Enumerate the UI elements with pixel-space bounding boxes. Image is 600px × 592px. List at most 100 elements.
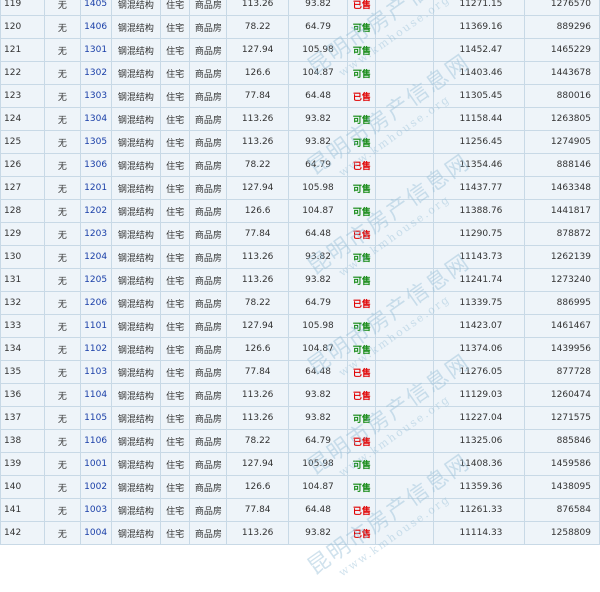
room-number-cell[interactable]: 1201: [80, 177, 111, 199]
blank-cell: [376, 16, 433, 38]
unit-price-cell: 11276.05: [433, 361, 525, 383]
room-number-cell[interactable]: 1302: [80, 62, 111, 84]
row-number-cell: 133: [1, 315, 45, 337]
inner-area-cell: 93.82: [288, 522, 348, 544]
row-number-cell: 137: [1, 407, 45, 429]
room-number-cell[interactable]: 1303: [80, 85, 111, 107]
unit-price-cell: 11359.36: [433, 476, 525, 498]
unit-price-cell: 11256.45: [433, 131, 525, 153]
room-number-cell[interactable]: 1206: [80, 292, 111, 314]
usage-cell: 住宅: [161, 108, 190, 130]
structure-cell: 钢混结构: [111, 499, 161, 521]
blank-cell: [376, 62, 433, 84]
inner-area-cell: 64.48: [288, 85, 348, 107]
housing-type-cell: 商品房: [190, 154, 227, 176]
building-area-cell: 127.94: [227, 453, 288, 475]
unit-number-cell: 无: [45, 177, 80, 199]
unit-price-cell: 11227.04: [433, 407, 525, 429]
unit-number-cell: 无: [45, 223, 80, 245]
room-number-cell[interactable]: 1204: [80, 246, 111, 268]
total-price-cell: 889296: [525, 16, 599, 38]
inner-area-cell: 64.48: [288, 499, 348, 521]
structure-cell: 钢混结构: [111, 154, 161, 176]
usage-cell: 住宅: [161, 430, 190, 452]
inner-area-cell: 64.79: [288, 292, 348, 314]
sale-status-cell: 已售: [348, 361, 376, 383]
room-number-cell[interactable]: 1203: [80, 223, 111, 245]
row-number-cell: 141: [1, 499, 45, 521]
inner-area-cell: 64.79: [288, 16, 348, 38]
structure-cell: 钢混结构: [111, 39, 161, 61]
table-row: 131 无 1205 钢混结构 住宅 商品房 113.26 93.82 可售 11241.74 12…: [1, 269, 599, 291]
room-number-cell[interactable]: 1406: [80, 16, 111, 38]
housing-type-cell: 商品房: [190, 338, 227, 360]
blank-cell: [376, 338, 433, 360]
room-number-cell[interactable]: 1405: [80, 0, 111, 15]
total-price-cell: 1465229: [525, 39, 599, 61]
building-area-cell: 77.84: [227, 85, 288, 107]
table-row: 128 无 1202 钢混结构 住宅 商品房 126.6 104.87 可售 11388.76 14…: [1, 200, 599, 222]
table-row: 121 无 1301 钢混结构 住宅 商品房 127.94 105.98 可售 11452.47 1…: [1, 39, 599, 61]
row-number-cell: 120: [1, 16, 45, 38]
room-number-cell[interactable]: 1205: [80, 269, 111, 291]
room-number-cell[interactable]: 1003: [80, 499, 111, 521]
blank-cell: [376, 476, 433, 498]
table-row: 130 无 1204 钢混结构 住宅 商品房 113.26 93.82 可售 11143.73 12…: [1, 246, 599, 268]
room-number-cell[interactable]: 1305: [80, 131, 111, 153]
structure-cell: 钢混结构: [111, 522, 161, 544]
unit-price-cell: 11423.07: [433, 315, 525, 337]
housing-type-cell: 商品房: [190, 246, 227, 268]
usage-cell: 住宅: [161, 338, 190, 360]
blank-cell: [376, 200, 433, 222]
building-area-cell: 113.26: [227, 0, 288, 15]
room-number-cell[interactable]: 1101: [80, 315, 111, 337]
housing-type-cell: 商品房: [190, 0, 227, 15]
blank-cell: [376, 361, 433, 383]
sale-status-cell: 可售: [348, 131, 376, 153]
building-area-cell: 127.94: [227, 39, 288, 61]
table-row: 132 无 1206 钢混结构 住宅 商品房 78.22 64.79 已售 11339.75 886…: [1, 292, 599, 314]
sale-status-cell: 已售: [348, 499, 376, 521]
table-row: 140 无 1002 钢混结构 住宅 商品房 126.6 104.87 可售 11359.36 14…: [1, 476, 599, 498]
building-area-cell: 127.94: [227, 177, 288, 199]
sale-status-cell: 已售: [348, 85, 376, 107]
unit-price-cell: 11158.44: [433, 108, 525, 130]
building-area-cell: 126.6: [227, 476, 288, 498]
unit-number-cell: 无: [45, 315, 80, 337]
usage-cell: 住宅: [161, 292, 190, 314]
room-number-cell[interactable]: 1002: [80, 476, 111, 498]
room-number-cell[interactable]: 1106: [80, 430, 111, 452]
total-price-cell: 878872: [525, 223, 599, 245]
unit-number-cell: 无: [45, 39, 80, 61]
room-number-cell[interactable]: 1105: [80, 407, 111, 429]
usage-cell: 住宅: [161, 476, 190, 498]
usage-cell: 住宅: [161, 131, 190, 153]
structure-cell: 钢混结构: [111, 62, 161, 84]
sale-status-cell: 已售: [348, 154, 376, 176]
room-number-cell[interactable]: 1202: [80, 200, 111, 222]
room-number-cell[interactable]: 1104: [80, 384, 111, 406]
room-number-cell[interactable]: 1004: [80, 522, 111, 544]
unit-number-cell: 无: [45, 407, 80, 429]
room-number-cell[interactable]: 1102: [80, 338, 111, 360]
table-row: 127 无 1201 钢混结构 住宅 商品房 127.94 105.98 可售 11437.77 1…: [1, 177, 599, 199]
inner-area-cell: 64.48: [288, 223, 348, 245]
inner-area-cell: 64.79: [288, 154, 348, 176]
room-number-cell[interactable]: 1301: [80, 39, 111, 61]
structure-cell: 钢混结构: [111, 361, 161, 383]
room-number-cell[interactable]: 1304: [80, 108, 111, 130]
sale-status-cell: 可售: [348, 16, 376, 38]
room-number-cell[interactable]: 1306: [80, 154, 111, 176]
room-number-cell[interactable]: 1103: [80, 361, 111, 383]
row-number-cell: 129: [1, 223, 45, 245]
structure-cell: 钢混结构: [111, 177, 161, 199]
inner-area-cell: 105.98: [288, 177, 348, 199]
room-number-cell[interactable]: 1001: [80, 453, 111, 475]
structure-cell: 钢混结构: [111, 453, 161, 475]
table-row: 138 无 1106 钢混结构 住宅 商品房 78.22 64.79 已售 11325.06 885…: [1, 430, 599, 452]
usage-cell: 住宅: [161, 0, 190, 15]
housing-type-cell: 商品房: [190, 177, 227, 199]
blank-cell: [376, 315, 433, 337]
row-number-cell: 131: [1, 269, 45, 291]
table-row: 142 无 1004 钢混结构 住宅 商品房 113.26 93.82 已售 11114.33 12…: [1, 522, 599, 544]
